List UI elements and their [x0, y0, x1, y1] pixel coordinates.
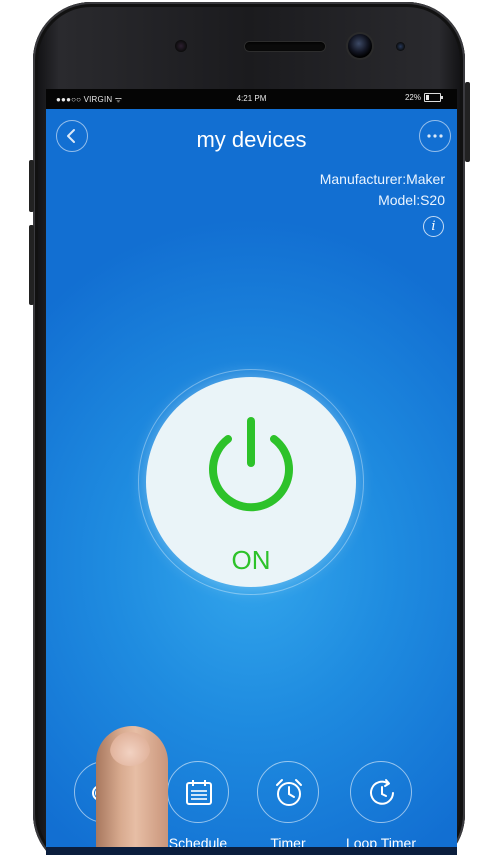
proximity-sensor [175, 40, 187, 52]
alarm-clock-icon [276, 779, 302, 806]
ellipsis-icon [427, 134, 443, 138]
nav-loop-timer[interactable]: Loop Timer [336, 761, 426, 851]
device-info: Manufacturer:Maker Model:S20 [320, 169, 445, 211]
calendar-icon [186, 780, 212, 805]
clock-text: 4:21 PM [236, 94, 267, 103]
power-side-button [465, 82, 470, 162]
nav-timer-circle [257, 761, 319, 823]
pointing-finger [96, 726, 168, 855]
nav-timer[interactable]: Timer [243, 761, 333, 851]
phone-bottom-edge [46, 847, 457, 855]
nav-loop-timer-circle [350, 761, 412, 823]
power-state-label: ON [231, 545, 271, 575]
light-sensor [396, 42, 405, 51]
power-toggle-button[interactable]: ON [146, 377, 356, 587]
volume-down-button [29, 225, 34, 305]
status-bar: ●●●○○ VIRGIN ᯤ 4:21 PM 22% [46, 89, 457, 109]
manufacturer-text: Manufacturer:Maker [319, 171, 445, 187]
front-camera [348, 34, 372, 58]
model-text: Model:S20 [378, 192, 445, 208]
finger-nail [110, 732, 150, 766]
info-icon[interactable]: i [423, 216, 444, 237]
nav-schedule-circle [167, 761, 229, 823]
battery-indicator: 22% [404, 93, 443, 102]
volume-up-button [29, 160, 34, 212]
battery-icon [424, 93, 443, 102]
header-bar: my devices [46, 109, 457, 167]
app-screen: ●●●○○ VIRGIN ᯤ 4:21 PM 22% my devices Ma… [46, 89, 457, 855]
more-options-button[interactable] [419, 120, 451, 152]
earpiece-speaker [245, 42, 325, 51]
battery-percent: 22% [404, 93, 421, 102]
loop-clock-icon [370, 779, 394, 805]
power-icon [209, 417, 293, 512]
page-title: my devices [196, 127, 307, 152]
